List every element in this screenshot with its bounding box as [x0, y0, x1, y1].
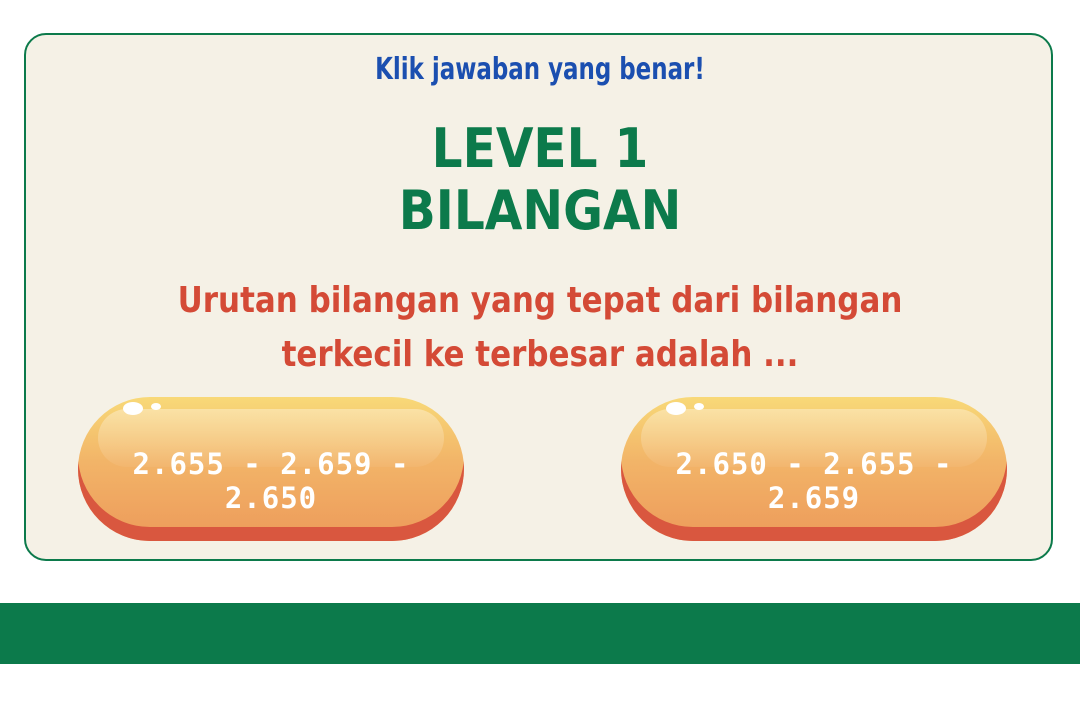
highlight-dot [123, 402, 143, 415]
answer-button-1[interactable]: 2.655 - 2.659 - 2.650 [78, 397, 464, 541]
quiz-screen: Klik jawaban yang benar! LEVEL 1 BILANGA… [0, 0, 1080, 720]
instruction-text: Klik jawaban yang benar! [375, 52, 705, 87]
highlight-dot [666, 402, 686, 415]
level-number: LEVEL 1 [431, 117, 649, 180]
footer-band [0, 603, 1080, 664]
highlight-dot-small [151, 403, 161, 410]
level-title: LEVEL 1 BILANGAN [54, 118, 1026, 242]
answer-button-2[interactable]: 2.650 - 2.655 - 2.659 [621, 397, 1007, 541]
highlight-dot-small [694, 403, 704, 410]
question-text: Urutan bilangan yang tepat dari bilangan… [177, 280, 903, 375]
level-topic: BILANGAN [398, 179, 682, 242]
answer-label-1: 2.655 - 2.659 - 2.650 [132, 447, 410, 515]
answer-label-2: 2.650 - 2.655 - 2.659 [675, 447, 953, 515]
